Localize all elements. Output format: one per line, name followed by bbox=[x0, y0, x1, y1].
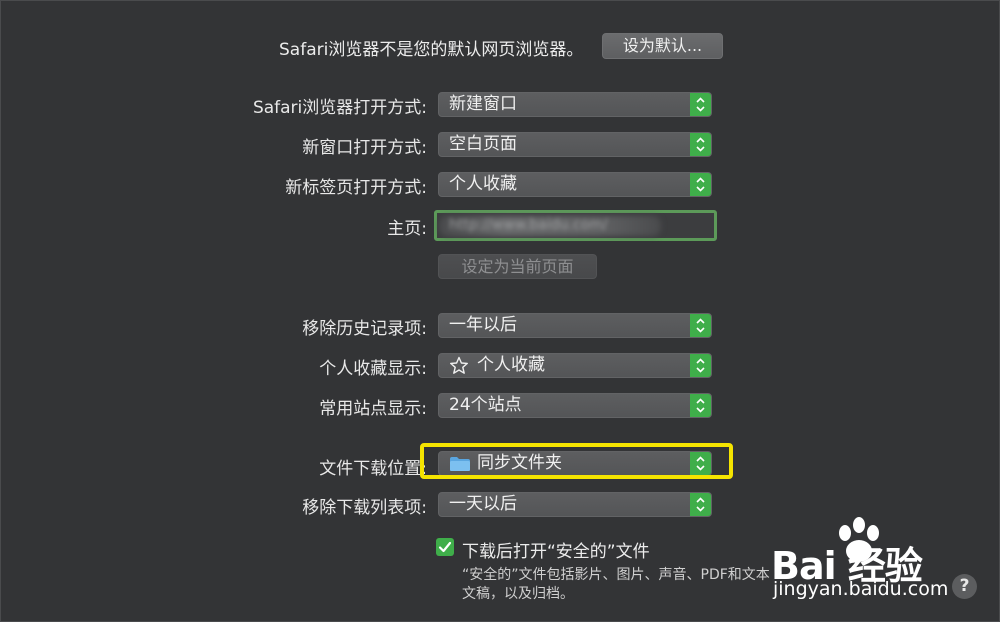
chevron-up-down-icon bbox=[690, 394, 711, 417]
new-windows-open-with-label: 新窗口打开方式: bbox=[302, 138, 427, 158]
homepage-url-value: http://www.baidu.com/ bbox=[449, 217, 608, 233]
remove-downloads-value: 一天以后 bbox=[449, 494, 517, 514]
open-safe-files-checkbox[interactable] bbox=[436, 538, 454, 556]
default-browser-message: Safari浏览器不是您的默认网页浏览器。 bbox=[279, 40, 584, 60]
remove-downloads-select[interactable]: 一天以后 bbox=[438, 492, 712, 517]
favorites-shows-value: 个人收藏 bbox=[477, 355, 545, 375]
safari-general-preferences-panel: Safari浏览器不是您的默认网页浏览器。 设为默认... Safari浏览器打… bbox=[0, 0, 1000, 622]
checkmark-icon bbox=[438, 541, 452, 553]
new-tabs-open-with-label: 新标签页打开方式: bbox=[285, 178, 427, 198]
favorites-shows-select[interactable]: 个人收藏 bbox=[438, 353, 712, 378]
star-icon bbox=[449, 356, 469, 379]
help-button[interactable]: ? bbox=[952, 574, 977, 599]
remove-history-value: 一年以后 bbox=[449, 315, 517, 335]
chevron-up-down-icon bbox=[690, 93, 711, 116]
safari-opens-with-label: Safari浏览器打开方式: bbox=[252, 98, 427, 118]
safari-opens-with-select[interactable]: 新建窗口 bbox=[438, 92, 712, 117]
watermark-url: jingyan.baidu.com bbox=[773, 578, 949, 600]
remove-history-select[interactable]: 一年以后 bbox=[438, 313, 712, 338]
new-windows-open-with-select[interactable]: 空白页面 bbox=[438, 132, 712, 157]
chevron-up-down-icon bbox=[690, 314, 711, 337]
new-windows-open-with-value: 空白页面 bbox=[449, 134, 517, 154]
remove-downloads-label: 移除下载列表项: bbox=[302, 498, 427, 518]
safe-files-note: “安全的”文件包括影片、图片、声音、PDF和文本文稿，以及归档。 bbox=[462, 567, 770, 602]
chevron-up-down-icon bbox=[690, 493, 711, 516]
chevron-up-down-icon bbox=[690, 173, 711, 196]
top-sites-shows-value: 24个站点 bbox=[449, 395, 522, 415]
set-to-current-page-button[interactable]: 设定为当前页面 bbox=[438, 254, 597, 279]
baidu-jingyan-watermark: Bai 经验 jingyan.baidu.com bbox=[771, 515, 961, 605]
open-safe-files-label[interactable]: 下载后打开“安全的”文件 bbox=[462, 537, 650, 562]
set-default-button[interactable]: 设为默认... bbox=[602, 33, 723, 59]
chevron-up-down-icon bbox=[690, 133, 711, 156]
new-tabs-open-with-value: 个人收藏 bbox=[449, 174, 517, 194]
homepage-label: 主页: bbox=[387, 219, 427, 239]
chevron-up-down-icon bbox=[690, 354, 711, 377]
annotation-highlight-box bbox=[420, 443, 733, 479]
top-sites-shows-label: 常用站点显示: bbox=[319, 399, 427, 419]
remove-history-label: 移除历史记录项: bbox=[302, 319, 427, 339]
safari-opens-with-value: 新建窗口 bbox=[449, 94, 517, 114]
new-tabs-open-with-select[interactable]: 个人收藏 bbox=[438, 172, 712, 197]
top-sites-shows-select[interactable]: 24个站点 bbox=[438, 393, 712, 418]
download-location-label: 文件下载位置: bbox=[319, 459, 427, 479]
favorites-shows-label: 个人收藏显示: bbox=[319, 359, 427, 379]
homepage-input[interactable]: http://www.baidu.com/ bbox=[434, 210, 717, 241]
